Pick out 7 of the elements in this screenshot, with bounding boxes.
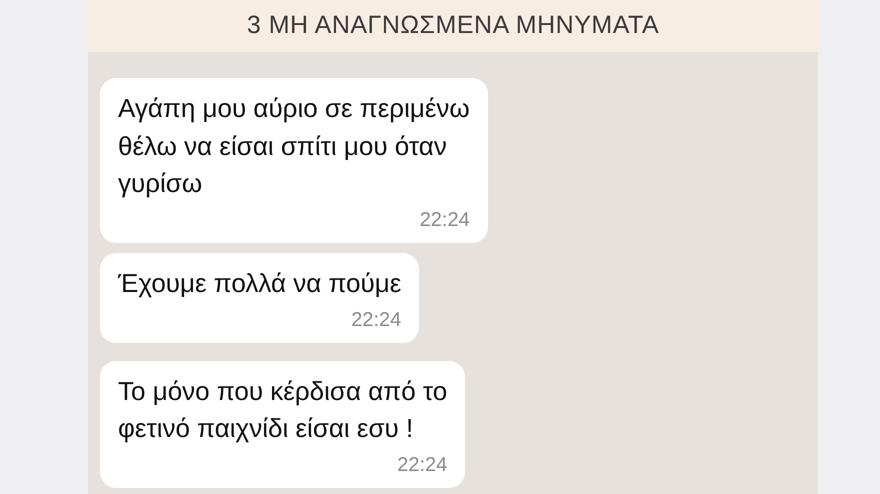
message-time: 22:24 bbox=[418, 208, 470, 234]
unread-count-title: 3 ΜΗ ΑΝΑΓΝΩΣΜΕΝΑ ΜΗΝΥΜΑΤΑ bbox=[246, 10, 660, 42]
message-time: 22:24 bbox=[396, 453, 448, 478]
message-text: Το μόνο που κέρδισα από το φετινό παιχνίδι είσαι εσυ ! bbox=[118, 374, 448, 446]
message-time: 22:24 bbox=[350, 308, 402, 333]
message-text: Έχουμε πολλά να πούμε bbox=[118, 267, 402, 300]
message-text: Αγάπη μου αύριο σε περιμένω θέλω να είσαι σπίτι μου όταν γυρίσω bbox=[118, 92, 470, 200]
